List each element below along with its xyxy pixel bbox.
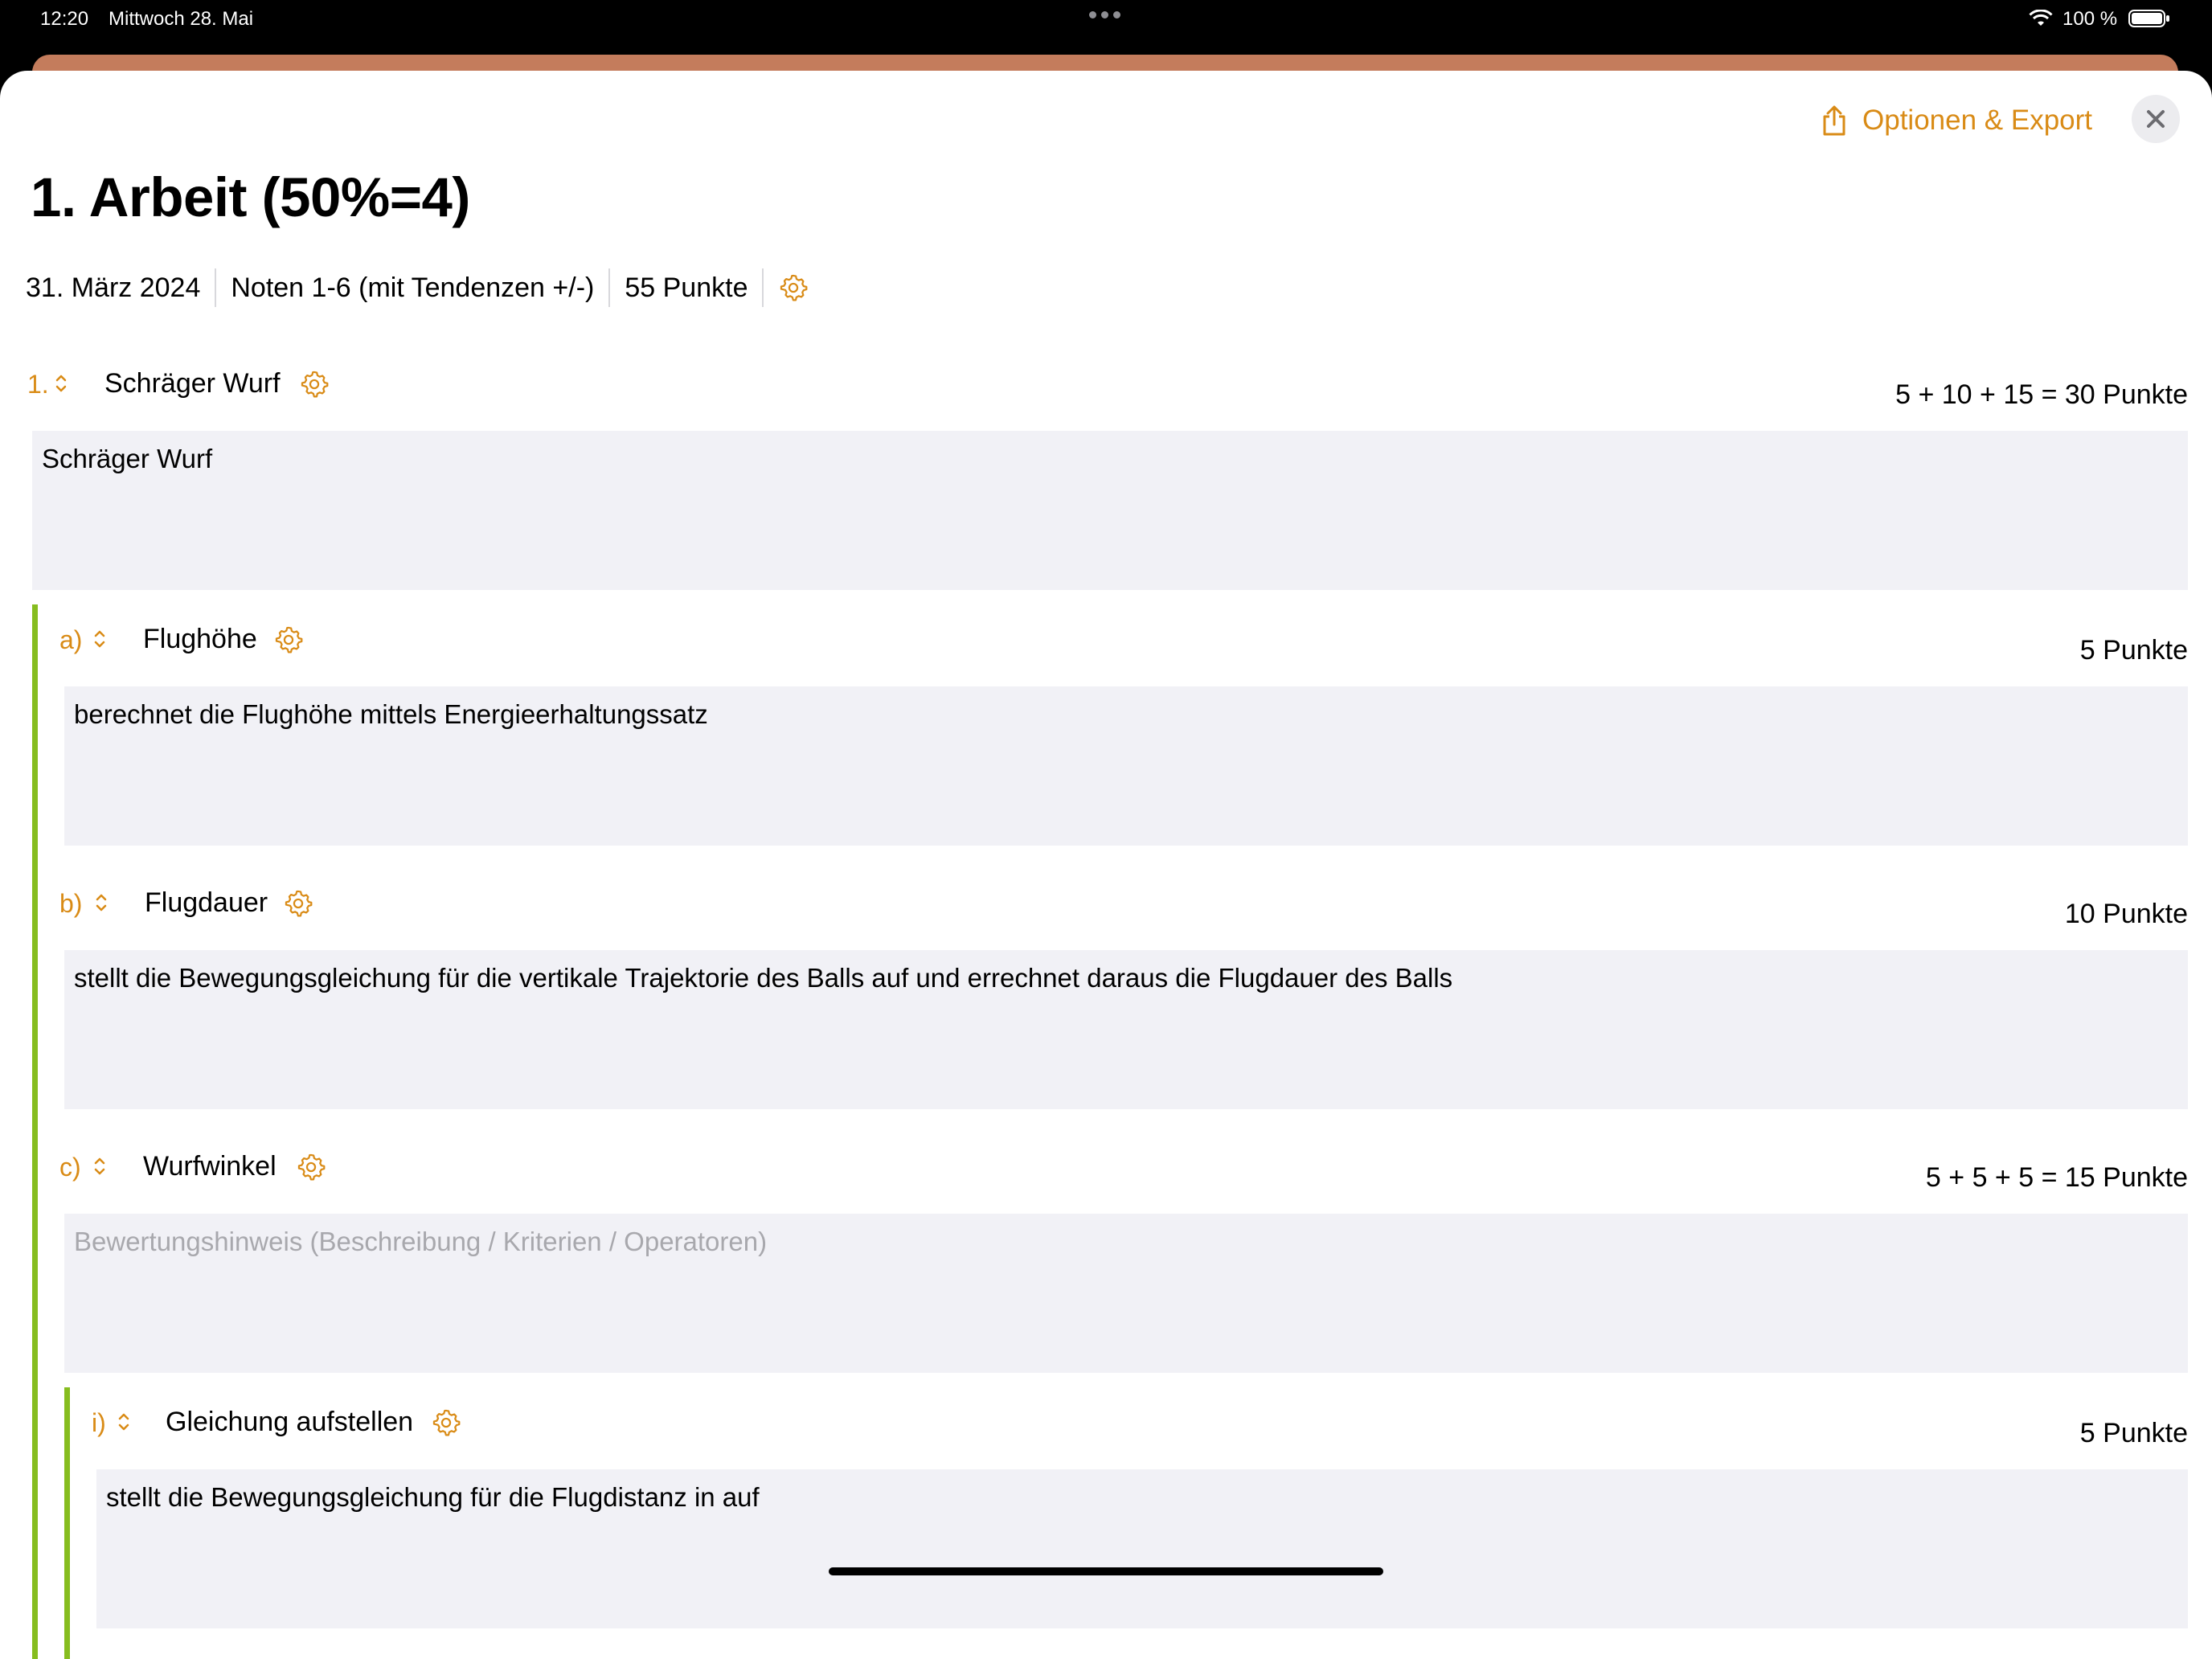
task-description: stellt die Bewegungsgleichung für die ve… <box>74 963 1453 993</box>
task-description-field[interactable]: Bewertungshinweis (Beschreibung / Kriter… <box>64 1214 2188 1373</box>
task-description-field[interactable]: stellt die Bewegungsgleichung für die Fl… <box>96 1469 2188 1628</box>
task-description: Schräger Wurf <box>42 444 213 473</box>
task-title[interactable]: Schräger Wurf <box>104 368 281 399</box>
gear-icon[interactable] <box>431 1407 461 1438</box>
gear-icon <box>780 274 808 301</box>
level-1-indent-bar <box>32 604 38 1659</box>
task-points: 10 Punkte <box>2064 899 2188 929</box>
task-description: stellt die Bewegungsgleichung für die Fl… <box>106 1482 760 1512</box>
gear-icon[interactable] <box>299 369 330 399</box>
wifi-icon <box>2029 10 2053 26</box>
exam-meta-row: 31. März 2024 Noten 1-6 (mit Tendenzen +… <box>26 267 809 309</box>
task-title[interactable]: Flugdauer <box>145 887 268 919</box>
battery-icon <box>2128 10 2169 27</box>
battery-percent: 100 % <box>2062 8 2118 30</box>
multitasking-dots-icon[interactable] <box>1089 11 1120 18</box>
status-date: Mittwoch 28. Mai <box>109 8 254 30</box>
task-description: berechnet die Flughöhe mittels Energieer… <box>74 699 708 729</box>
gear-icon[interactable] <box>296 1152 326 1182</box>
exam-settings-button[interactable] <box>764 272 809 303</box>
chevron-updown-icon[interactable] <box>92 629 108 649</box>
gear-icon[interactable] <box>273 625 304 655</box>
total-points: 55 Punkte <box>610 268 764 307</box>
task-number: 1. <box>27 370 49 399</box>
chevron-updown-icon[interactable] <box>92 1156 108 1177</box>
gear-icon[interactable] <box>283 888 313 919</box>
chevron-updown-icon[interactable] <box>93 892 109 913</box>
close-button[interactable] <box>2132 95 2180 143</box>
grading-scale[interactable]: Noten 1-6 (mit Tendenzen +/-) <box>216 268 611 307</box>
home-indicator[interactable] <box>829 1567 1383 1575</box>
page-title: 1. Arbeit (50%=4) <box>31 166 470 228</box>
exam-date[interactable]: 31. März 2024 <box>26 268 217 307</box>
task-number: a) <box>59 625 83 654</box>
options-export-label: Optionen & Export <box>1862 104 2092 136</box>
task-description-placeholder: Bewertungshinweis (Beschreibung / Kriter… <box>74 1227 768 1256</box>
task-title[interactable]: Flughöhe <box>143 624 257 655</box>
share-icon <box>1823 105 1845 136</box>
chevron-updown-icon[interactable] <box>116 1411 132 1432</box>
task-description-field[interactable]: stellt die Bewegungsgleichung für die ve… <box>64 950 2188 1109</box>
level-2-indent-bar <box>64 1387 70 1659</box>
status-bar: 12:20 Mittwoch 28. Mai 100 % <box>0 0 2212 39</box>
task-points: 5 + 10 + 15 = 30 Punkte <box>1895 379 2188 410</box>
task-points: 5 Punkte <box>2079 1418 2188 1448</box>
task-description-field[interactable]: berechnet die Flughöhe mittels Energieer… <box>64 686 2188 846</box>
task-points: 5 Punkte <box>2079 635 2188 666</box>
exam-sheet: Optionen & Export 1. Arbeit (50%=4) 31. … <box>0 71 2212 1659</box>
task-number: c) <box>59 1153 81 1182</box>
close-icon <box>2147 110 2165 128</box>
task-title[interactable]: Gleichung aufstellen <box>166 1407 413 1438</box>
task-title[interactable]: Wurfwinkel <box>143 1151 276 1182</box>
task-number: i) <box>92 1408 106 1437</box>
chevron-updown-icon[interactable] <box>53 373 69 394</box>
status-time: 12:20 <box>40 8 89 30</box>
task-points: 5 + 5 + 5 = 15 Punkte <box>1925 1162 2188 1193</box>
task-description-field[interactable]: Schräger Wurf <box>32 431 2188 590</box>
task-number: b) <box>59 889 83 918</box>
options-export-button[interactable]: Optionen & Export <box>1821 98 2092 143</box>
